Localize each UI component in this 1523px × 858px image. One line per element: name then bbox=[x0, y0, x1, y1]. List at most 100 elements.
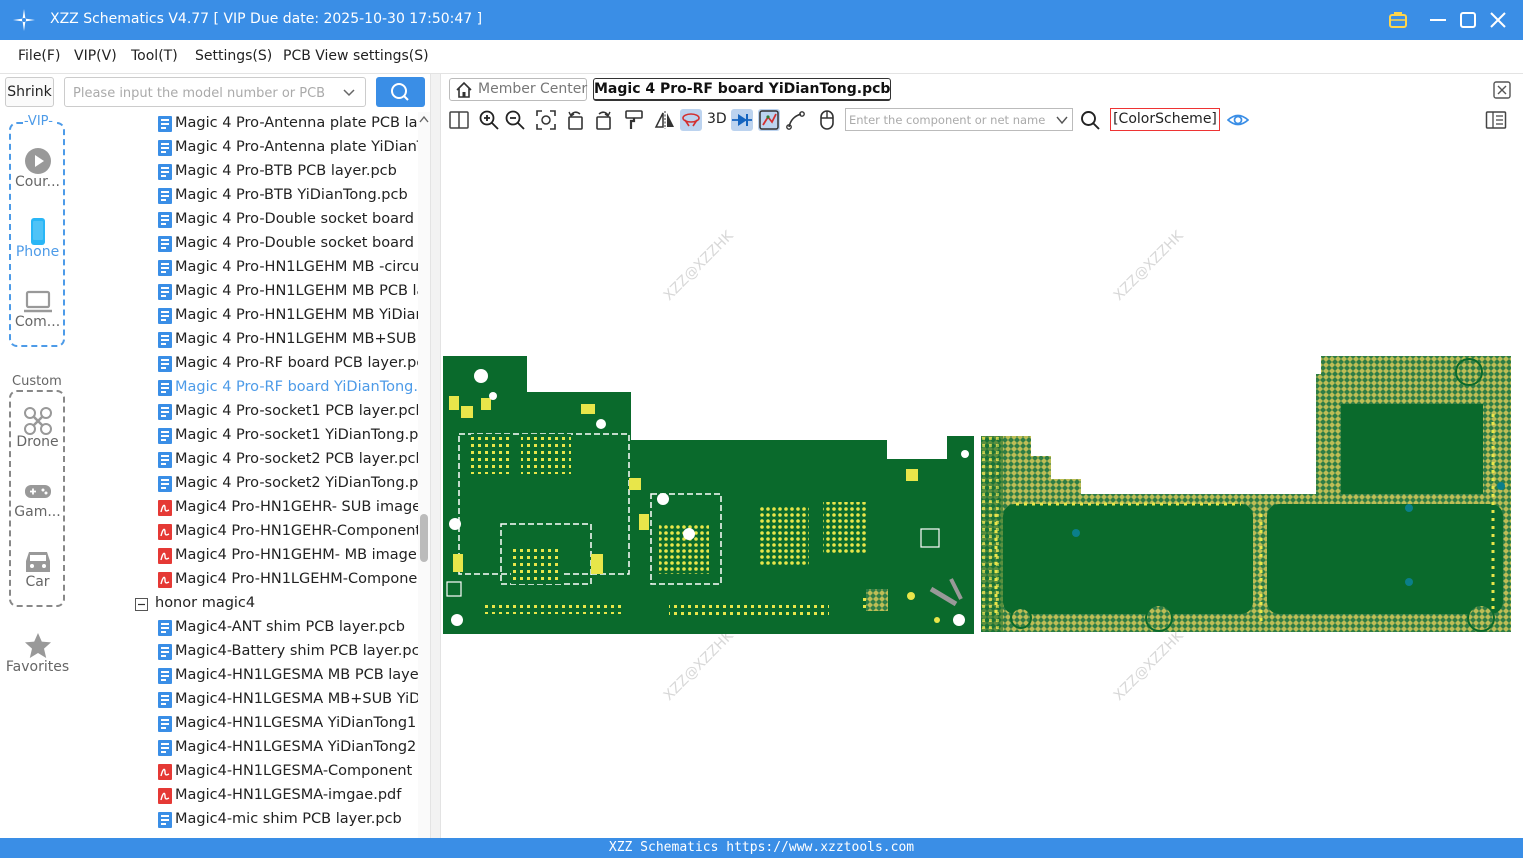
tree-item[interactable]: Magic 4 Pro-Antenna plate YiDianTong.pcb bbox=[75, 136, 418, 160]
tree-item[interactable]: Magic4-HN1LGESMA YiDianTong2 bbox=[75, 736, 418, 760]
mouse-icon[interactable] bbox=[816, 109, 838, 131]
net-highlight-icon[interactable] bbox=[758, 109, 780, 131]
pcb-board-drawing[interactable] bbox=[441, 134, 1523, 838]
close-tab-icon[interactable] bbox=[1492, 80, 1512, 100]
fit-view-icon[interactable] bbox=[535, 109, 557, 131]
component-search-box bbox=[845, 108, 1073, 131]
tree-item[interactable]: Magic4-HN1LGESMA MB PCB layer bbox=[75, 664, 418, 688]
menu-file[interactable]: File(F) bbox=[18, 48, 60, 64]
tree-item-label: Magic4-HN1LGESMA MB+SUB YiDianTong bbox=[175, 691, 418, 707]
eye-icon[interactable] bbox=[1227, 109, 1249, 131]
tree-item[interactable]: Magic 4 Pro-Double socket board bbox=[75, 232, 418, 256]
tree-item[interactable]: Magic4 Pro-HN1GEHR-Component bbox=[75, 520, 418, 544]
collapse-icon[interactable] bbox=[135, 598, 148, 611]
tree-item[interactable]: Magic 4 Pro-socket1 PCB layer.pcb bbox=[75, 400, 418, 424]
search-icon[interactable] bbox=[1079, 109, 1101, 131]
search-button[interactable] bbox=[376, 77, 425, 107]
chevron-down-icon[interactable] bbox=[343, 87, 355, 99]
menu-vip[interactable]: VIP(V) bbox=[74, 48, 117, 64]
split-view-icon[interactable] bbox=[448, 109, 470, 131]
scroll-up-icon[interactable] bbox=[419, 115, 429, 123]
category-car[interactable]: Car bbox=[0, 540, 75, 606]
tree-item[interactable]: Magic4-HN1LGESMA-imgae.pdf bbox=[75, 784, 418, 808]
pcb-file-icon bbox=[158, 164, 172, 180]
diode-mode-icon[interactable] bbox=[731, 109, 753, 131]
color-scheme-button[interactable]: [ColorScheme] bbox=[1110, 108, 1220, 131]
pdf-file-icon bbox=[158, 524, 172, 540]
tree-item-label: Magic4 Pro-HN1GEHR- SUB image bbox=[175, 499, 418, 515]
tree-item[interactable]: Magic 4 Pro-RF board PCB layer.pcb bbox=[75, 352, 418, 376]
mirror-flip-icon[interactable] bbox=[654, 109, 676, 131]
zoom-in-icon[interactable] bbox=[478, 109, 500, 131]
rotate-left-icon[interactable] bbox=[565, 109, 587, 131]
tab-active-pcb[interactable]: Magic 4 Pro-RF board YiDianTong.pcb bbox=[593, 78, 891, 101]
shrink-button[interactable]: Shrink bbox=[5, 77, 54, 107]
category-courses[interactable]: Cour... bbox=[0, 140, 75, 206]
tree-item[interactable]: Magic4-HN1LGESMA YiDianTong1 bbox=[75, 712, 418, 736]
pcb-file-icon bbox=[158, 380, 172, 396]
layer-view-icon[interactable] bbox=[680, 109, 702, 131]
pcb-file-icon bbox=[158, 428, 172, 444]
tree-item[interactable]: Magic4 Pro-HN1LGEHM-Component bbox=[75, 568, 418, 592]
menu-pcb-view-settings[interactable]: PCB View settings(S) bbox=[283, 48, 429, 64]
minimize-icon[interactable] bbox=[1426, 8, 1450, 32]
tree-item[interactable]: Magic4-mic shim PCB layer.pcb bbox=[75, 808, 418, 832]
tree-item[interactable]: Magic4-HN1LGESMA MB+SUB YiDianTong bbox=[75, 688, 418, 712]
tree-item[interactable]: Magic 4 Pro-HN1LGEHM MB YiDianTong bbox=[75, 304, 418, 328]
category-drone[interactable]: Drone bbox=[0, 400, 75, 466]
tree-item[interactable]: Magic 4 Pro-Antenna plate PCB layer.pcb bbox=[75, 112, 418, 136]
rf-board[interactable] bbox=[981, 356, 1511, 632]
side-panel-icon[interactable] bbox=[1485, 109, 1507, 131]
tree-item[interactable]: Magic 4 Pro-BTB PCB layer.pcb bbox=[75, 160, 418, 184]
zoom-out-icon[interactable] bbox=[504, 109, 526, 131]
category-label: Drone bbox=[16, 434, 59, 450]
panel-splitter[interactable] bbox=[430, 74, 441, 838]
category-favorites[interactable]: Favorites bbox=[0, 625, 75, 691]
tree-item[interactable]: Magic 4 Pro-HN1LGEHM MB+SUB bbox=[75, 328, 418, 352]
tree-item[interactable]: Magic 4 Pro-Double socket board bbox=[75, 208, 418, 232]
tree-item[interactable]: Magic 4 Pro-socket1 YiDianTong.pcb bbox=[75, 424, 418, 448]
rotate-right-icon[interactable] bbox=[592, 109, 614, 131]
pdf-file-icon bbox=[158, 788, 172, 804]
category-phone[interactable]: Phone bbox=[0, 210, 75, 276]
3d-view-button[interactable]: 3D bbox=[707, 111, 727, 127]
chevron-down-icon[interactable] bbox=[1056, 115, 1068, 125]
tree-item[interactable]: Magic4-ANT shim PCB layer.pcb bbox=[75, 616, 418, 640]
search-icon bbox=[391, 83, 409, 101]
pcb-toolbar: 3D [ColorScheme] bbox=[441, 106, 1523, 134]
maximize-icon[interactable] bbox=[1456, 8, 1480, 32]
component-search-input[interactable] bbox=[849, 112, 1045, 128]
document-tabs: Member Center Magic 4 Pro-RF board YiDia… bbox=[441, 74, 1523, 106]
tree-item[interactable]: Magic4-HN1LGESMA-Component bbox=[75, 760, 418, 784]
tree-item[interactable]: Magic 4 Pro-socket2 PCB layer.pcb bbox=[75, 448, 418, 472]
custom-group-label: Custom bbox=[11, 374, 63, 389]
tree-item[interactable]: Magic 4 Pro-BTB YiDianTong.pcb bbox=[75, 184, 418, 208]
tree-item-selected[interactable]: Magic 4 Pro-RF board YiDianTong.pcb bbox=[75, 376, 418, 400]
tree-scrollbar[interactable] bbox=[418, 112, 430, 838]
briefcase-icon[interactable] bbox=[1386, 8, 1410, 32]
scrollbar-thumb[interactable] bbox=[420, 514, 428, 562]
model-search-input[interactable] bbox=[73, 83, 335, 103]
tree-item-label: Magic 4 Pro-Double socket board bbox=[175, 211, 414, 227]
tree-item[interactable]: Magic4 Pro-HN1GEHR- SUB image bbox=[75, 496, 418, 520]
tree-item[interactable]: Magic 4 Pro-HN1LGEHM MB -circuit bbox=[75, 256, 418, 280]
category-computer[interactable]: Com... bbox=[0, 280, 75, 346]
tree-item[interactable]: Magic 4 Pro-HN1LGEHM MB PCB layer bbox=[75, 280, 418, 304]
format-brush-icon[interactable] bbox=[623, 109, 645, 131]
main-board[interactable] bbox=[443, 356, 974, 634]
measure-icon[interactable] bbox=[785, 109, 807, 131]
tree-item[interactable]: Magic4-Battery shim PCB layer.pcb bbox=[75, 640, 418, 664]
tree-folder[interactable]: honor magic4 bbox=[75, 592, 418, 616]
tab-member-center[interactable]: Member Center bbox=[449, 78, 587, 101]
close-icon[interactable] bbox=[1486, 8, 1510, 32]
category-label: Gam... bbox=[14, 504, 61, 520]
pcb-canvas[interactable]: XZZ@XZZHK XZZ@XZZHK XZZ@XZZHK XZZ@XZZHK bbox=[441, 134, 1523, 838]
pcb-file-icon bbox=[158, 620, 172, 636]
menu-tool[interactable]: Tool(T) bbox=[131, 48, 178, 64]
category-games[interactable]: Gam... bbox=[0, 470, 75, 536]
menu-settings[interactable]: Settings(S) bbox=[195, 48, 272, 64]
car-icon bbox=[26, 552, 50, 572]
tree-item-label: Magic 4 Pro-Antenna plate PCB layer.pcb bbox=[175, 115, 418, 131]
tree-item[interactable]: Magic4 Pro-HN1GEHM- MB image bbox=[75, 544, 418, 568]
tree-item[interactable]: Magic 4 Pro-socket2 YiDianTong.pcb bbox=[75, 472, 418, 496]
